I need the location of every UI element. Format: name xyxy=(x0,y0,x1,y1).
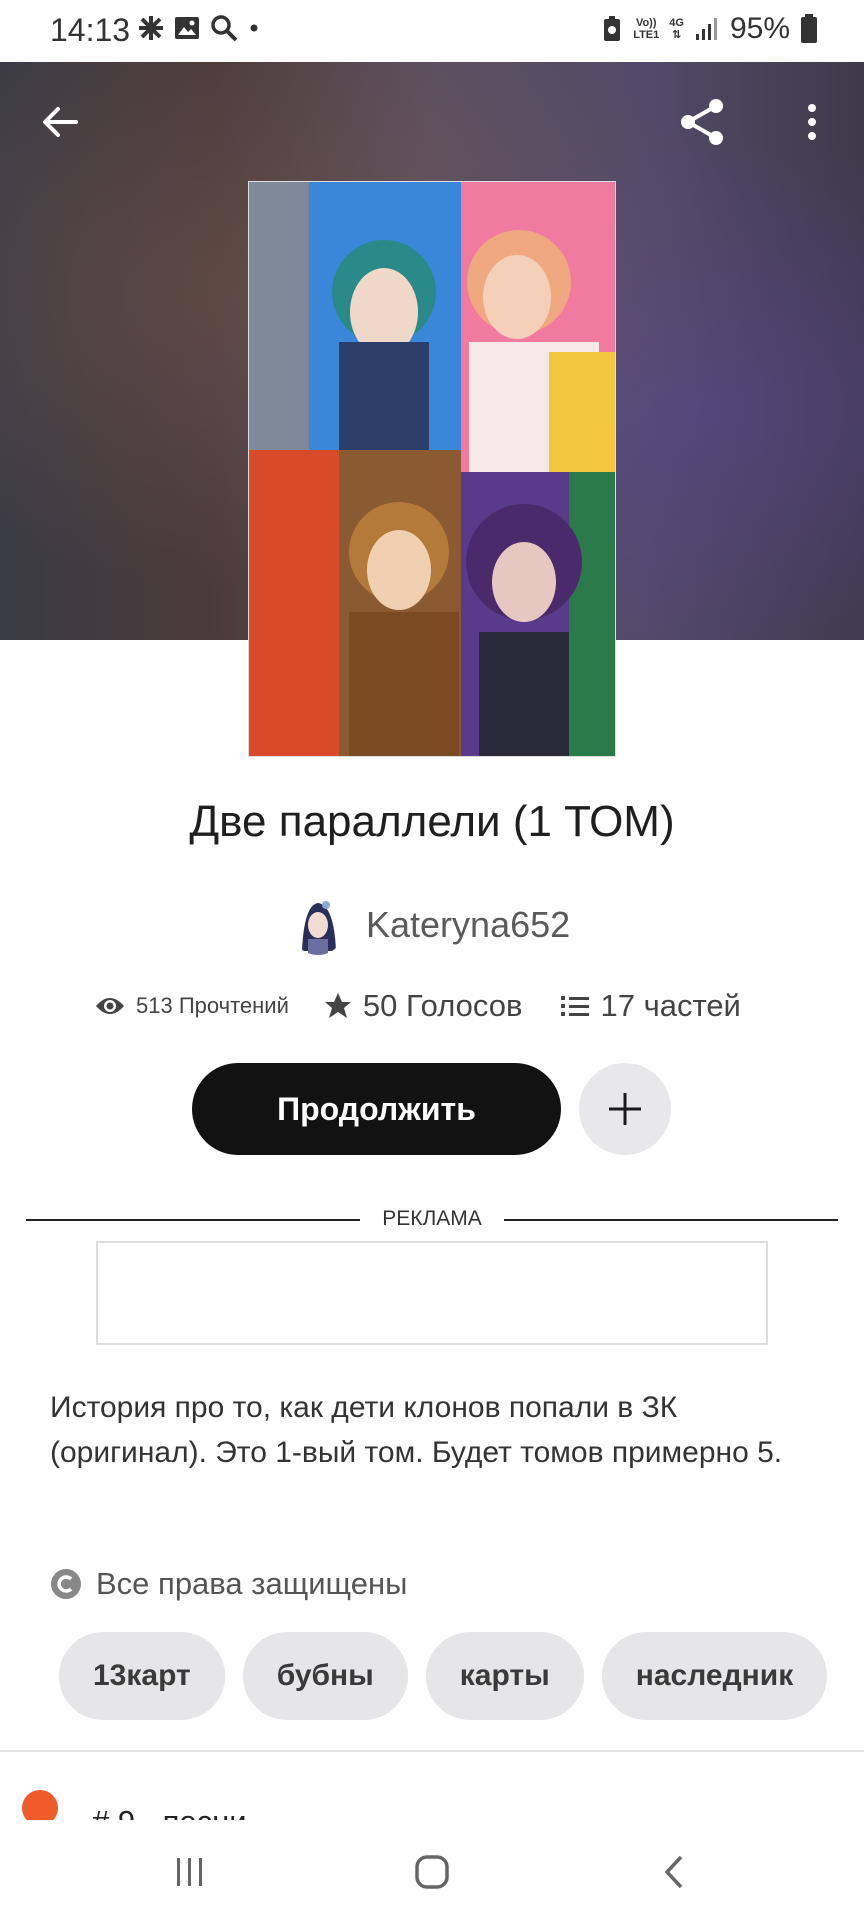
status-bar: 14:13 Vo)) LTE1 4G ⇅ 95% xyxy=(0,0,864,62)
story-description: История про то, как дети клонов попали в… xyxy=(50,1391,783,1469)
copyright-row: Все права защищены xyxy=(50,1566,407,1602)
tag-chip[interactable]: карты xyxy=(425,1632,584,1720)
author-row[interactable]: Kateryna652 xyxy=(290,893,570,957)
parts-stat: 17 частей xyxy=(560,988,741,1024)
signal-icon xyxy=(695,18,717,40)
battery-saver-icon xyxy=(604,16,621,41)
arrow-left-icon xyxy=(43,107,78,137)
tag-chip[interactable]: бубны xyxy=(242,1632,408,1720)
ranking-text: # 9 - песни xyxy=(92,1804,247,1820)
story-stats: 513 Прочтений 50 Голосов 17 частей xyxy=(94,988,741,1024)
volte-indicator: Vo)) LTE1 xyxy=(633,17,660,41)
home-icon xyxy=(415,1855,449,1889)
recent-apps-icon xyxy=(177,1858,202,1886)
reads-stat: 513 Прочтений xyxy=(94,993,289,1019)
more-vertical-icon xyxy=(808,104,816,140)
parts-count: 17 частей xyxy=(600,988,741,1023)
divider-line xyxy=(504,1219,838,1221)
ad-label: РЕКЛАМА xyxy=(382,1207,482,1230)
continue-reading-button[interactable]: Продолжить xyxy=(192,1063,561,1155)
tag-chip[interactable]: 13карт xyxy=(59,1632,225,1720)
votes-stat: 50 Голосов xyxy=(323,988,523,1024)
chevron-left-icon xyxy=(664,1855,683,1889)
eye-icon xyxy=(96,998,124,1014)
ranking-item[interactable]: # 9 - песни xyxy=(0,1752,864,1820)
recent-apps-button[interactable] xyxy=(160,1848,220,1896)
tag-chip[interactable]: наследник xyxy=(601,1632,828,1720)
home-button[interactable] xyxy=(402,1848,462,1896)
share-button[interactable] xyxy=(672,92,732,152)
ad-placeholder[interactable] xyxy=(96,1241,768,1345)
status-system-icons: Vo)) LTE1 4G ⇅ 95% xyxy=(601,12,818,46)
ad-divider: РЕКЛАМА xyxy=(26,1207,838,1231)
battery-percent: 95% xyxy=(729,12,790,45)
story-title: Две параллели (1 ТОМ) xyxy=(189,797,675,846)
votes-count: 50 Голосов xyxy=(362,988,523,1023)
book-cover[interactable] xyxy=(248,181,616,757)
divider-line xyxy=(26,1219,360,1221)
author-name[interactable]: Kateryna652 xyxy=(366,904,570,946)
list-icon xyxy=(561,996,590,1016)
cover-illustration xyxy=(249,182,615,756)
status-notification-icons xyxy=(138,14,260,42)
back-button[interactable] xyxy=(30,92,90,152)
more-options-button[interactable] xyxy=(782,92,842,152)
copyright-text: Все права защищены xyxy=(96,1566,408,1601)
gallery-notification-icon xyxy=(175,17,199,39)
network-gen-indicator: 4G ⇅ xyxy=(669,17,684,41)
search-notification-icon xyxy=(211,15,238,42)
system-back-button[interactable] xyxy=(644,1848,704,1896)
dot-notification-icon xyxy=(250,24,258,32)
star-icon xyxy=(324,993,351,1018)
status-time: 14:13 xyxy=(50,12,131,48)
share-icon xyxy=(681,99,723,145)
add-to-library-button[interactable] xyxy=(579,1063,671,1155)
tag-list: 13карт бубны карты наследник xyxy=(59,1632,831,1720)
plus-icon xyxy=(609,1093,641,1125)
reads-count: 513 Прочтений xyxy=(136,993,289,1018)
system-nav-bar xyxy=(0,1820,864,1920)
copyright-icon xyxy=(51,1569,81,1599)
rank-badge-icon xyxy=(22,1790,58,1820)
author-avatar[interactable] xyxy=(290,895,346,955)
gear-notification-icon xyxy=(139,16,163,40)
battery-icon xyxy=(801,14,817,43)
